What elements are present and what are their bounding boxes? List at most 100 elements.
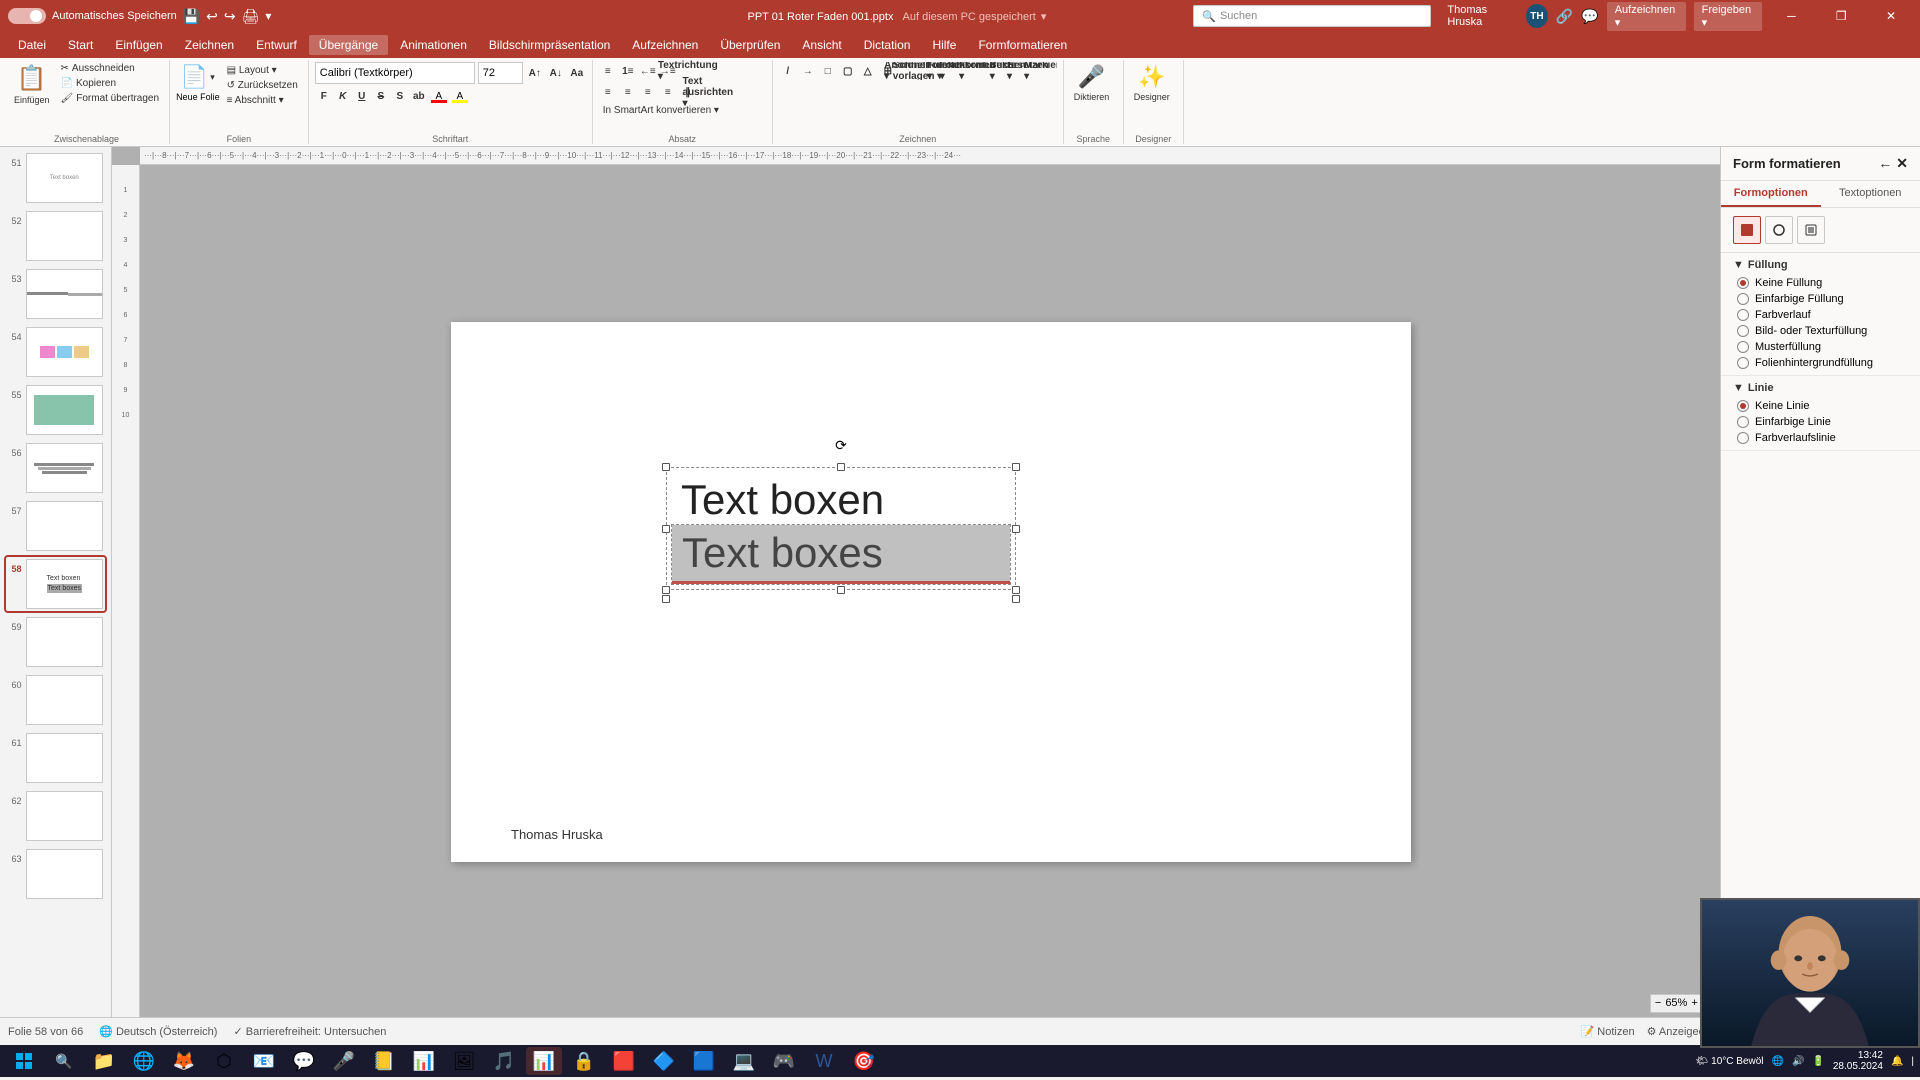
canvas-area[interactable]: ···|···8···|···7···|···6···|···5···|···4… — [112, 147, 1720, 1017]
slide-item-56[interactable]: 56 — [6, 441, 105, 495]
notes-button[interactable]: 📝 Notizen — [1581, 1025, 1635, 1038]
customize-icon[interactable]: ▾ — [265, 9, 271, 23]
shape-outline-icon-button[interactable] — [1765, 216, 1793, 244]
zoom-out-button[interactable]: − — [1655, 997, 1661, 1010]
formatpaste-button[interactable]: 🖌 Format übertragen — [57, 92, 164, 105]
taskbar-app8[interactable]: 🟥 — [606, 1047, 642, 1075]
shape-rounded-button[interactable]: ▢ — [839, 62, 857, 80]
taskbar-mail[interactable]: 📧 — [246, 1047, 282, 1075]
taskbar-excel[interactable]: 📊 — [406, 1047, 442, 1075]
select-button[interactable]: Markieren ▾ — [1039, 62, 1057, 80]
shape-effect-icon-button[interactable] — [1797, 216, 1825, 244]
taskbar-firefox[interactable]: 🦊 — [166, 1047, 202, 1075]
print-icon[interactable]: 🖨 — [242, 8, 260, 25]
user-avatar[interactable]: TH — [1526, 4, 1548, 28]
menu-formformatieren[interactable]: Formformatieren — [968, 35, 1077, 55]
handle-top-right[interactable] — [1012, 463, 1020, 471]
option-farbverlauf[interactable]: Farbverlauf — [1737, 309, 1908, 321]
taskbar-app5[interactable]: 🖼 — [446, 1047, 482, 1075]
underline-button[interactable]: U — [353, 87, 371, 105]
share-btn[interactable]: Freigeben ▾ — [1694, 2, 1763, 31]
paste-button[interactable]: 📋 Einfügen — [10, 62, 54, 107]
volume-icon[interactable]: 🔊 — [1792, 1056, 1804, 1067]
reset-button[interactable]: ↺ Zurücksetzen — [223, 79, 302, 92]
autosave-toggle[interactable] — [8, 8, 46, 24]
textbox-upper[interactable]: Text boxen — [671, 472, 1011, 528]
handle-bot-center[interactable] — [837, 586, 845, 594]
comments-icon[interactable]: 💬 — [1581, 8, 1598, 25]
restore-button[interactable]: ❐ — [1820, 0, 1862, 32]
start-button[interactable] — [6, 1047, 42, 1075]
numbered-list-button[interactable]: 1≡ — [619, 62, 637, 80]
option-keine-linie[interactable]: Keine Linie — [1737, 400, 1908, 412]
decrease-font-button[interactable]: A↓ — [547, 64, 565, 82]
slide-item-51[interactable]: 51 Text boxen — [6, 151, 105, 205]
linie-header[interactable]: ▼ Linie — [1733, 382, 1908, 394]
menu-bildschirm[interactable]: Bildschirmpräsentation — [479, 35, 620, 55]
rotate-handle[interactable]: ⟳ — [835, 437, 847, 454]
save-icon[interactable]: 💾 — [183, 8, 200, 25]
search-bar[interactable]: 🔍 Suchen — [1193, 5, 1431, 27]
panel-back-button[interactable]: ← — [1878, 155, 1892, 172]
textbox-selection[interactable]: ⟳ Text boxen — [671, 472, 1011, 585]
option-bild-textur[interactable]: Bild- oder Texturfüllung — [1737, 325, 1908, 337]
taskbar-teams[interactable]: 💬 — [286, 1047, 322, 1075]
show-desktop-button[interactable]: | — [1911, 1056, 1914, 1067]
menu-aufzeichnen[interactable]: Aufzeichnen — [622, 35, 708, 55]
font-name-input[interactable] — [315, 62, 475, 84]
option-muster[interactable]: Musterfüllung — [1737, 341, 1908, 353]
menu-entwurf[interactable]: Entwurf — [246, 35, 307, 55]
present-btn[interactable]: Aufzeichnen ▾ — [1607, 2, 1686, 31]
slide-page[interactable]: Thomas Hruska ⟳ — [451, 322, 1411, 862]
zoom-in-button[interactable]: + — [1691, 997, 1697, 1010]
dictate-button[interactable]: 🎤 Diktieren — [1070, 62, 1114, 104]
slide-item-59[interactable]: 59 — [6, 615, 105, 669]
taskbar-app13[interactable]: 🎯 — [846, 1047, 882, 1075]
bullet-list-button[interactable]: ≡ — [599, 62, 617, 80]
cut-button[interactable]: ✂ Ausschneiden — [57, 62, 164, 75]
tab-textoptionen[interactable]: Textoptionen — [1821, 181, 1920, 207]
slide-item-57[interactable]: 57 — [6, 499, 105, 553]
slide-item-61[interactable]: 61 — [6, 731, 105, 785]
slide-item-58[interactable]: 58 Text boxen Text boxes — [6, 557, 105, 611]
undo-icon[interactable]: ↩ — [206, 8, 218, 25]
bold-button[interactable]: F — [315, 87, 333, 105]
justify-button[interactable]: ≡ — [659, 83, 677, 101]
handle-bot-right[interactable] — [1012, 586, 1020, 594]
redo-icon[interactable]: ↪ — [224, 8, 236, 25]
taskbar-explorer[interactable]: 📁 — [86, 1047, 122, 1075]
section-button[interactable]: ≡ Abschnitt ▾ — [223, 94, 302, 107]
menu-zeichnen[interactable]: Zeichnen — [175, 35, 244, 55]
handle-top-left[interactable] — [662, 463, 670, 471]
slide-item-62[interactable]: 62 — [6, 789, 105, 843]
accessibility-info[interactable]: ✓ Barrierefreiheit: Untersuchen — [233, 1025, 386, 1038]
taskbar-app12[interactable]: 🎮 — [766, 1047, 802, 1075]
taskbar-app7[interactable]: 🔒 — [566, 1047, 602, 1075]
handle-lower-left[interactable] — [662, 595, 670, 603]
textalign-button[interactable]: Text ausrichten ▾ — [699, 83, 717, 101]
minimize-button[interactable]: ─ — [1770, 0, 1812, 32]
taskbar-app10[interactable]: 🟦 — [686, 1047, 722, 1075]
copy-button[interactable]: 📄 Kopieren — [57, 77, 164, 90]
clear-format-button[interactable]: Aa — [568, 64, 586, 82]
shape-line-button[interactable]: / — [779, 62, 797, 80]
panel-close-button[interactable]: ✕ — [1896, 155, 1908, 172]
menu-hilfe[interactable]: Hilfe — [922, 35, 966, 55]
datetime[interactable]: 13:42 28.05.2024 — [1833, 1050, 1883, 1072]
new-slide-button[interactable]: 📄 ▾ — [177, 62, 219, 92]
taskbar-app3[interactable]: ⬡ — [206, 1047, 242, 1075]
option-folienhintergrund[interactable]: Folienhintergrundfüllung — [1737, 357, 1908, 369]
option-farbverlaufslinie[interactable]: Farbverlaufslinie — [1737, 432, 1908, 444]
handle-mid-right[interactable] — [1012, 525, 1020, 533]
taskbar-onenote[interactable]: 📒 — [366, 1047, 402, 1075]
shadow-button[interactable]: S — [391, 87, 409, 105]
smartart-button[interactable]: In SmartArt konvertieren ▾ — [599, 104, 723, 117]
slide-item-54[interactable]: 54 — [6, 325, 105, 379]
menu-dictation[interactable]: Dictation — [854, 35, 921, 55]
menu-start[interactable]: Start — [58, 35, 103, 55]
slide-item-55[interactable]: 55 — [6, 383, 105, 437]
textbox-lower[interactable]: Text boxes — [672, 525, 1010, 584]
battery-icon[interactable]: 🔋 — [1812, 1056, 1824, 1067]
slide-item-52[interactable]: 52 — [6, 209, 105, 263]
shape-triangle-button[interactable]: △ — [859, 62, 877, 80]
